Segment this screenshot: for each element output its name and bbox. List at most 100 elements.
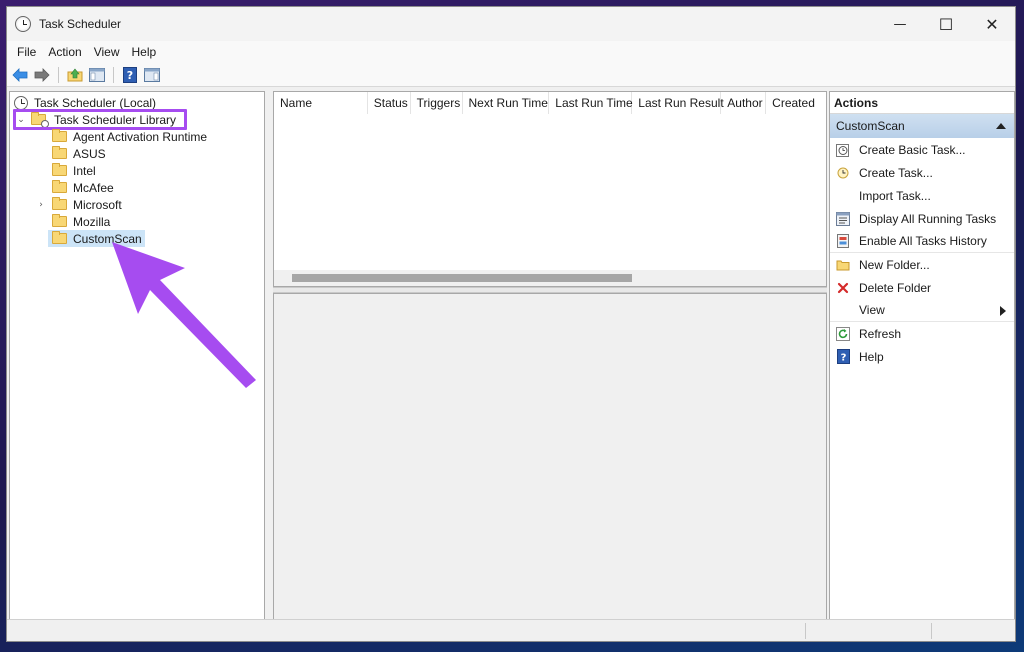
- tree-item-label: Microsoft: [73, 197, 122, 212]
- menu-action[interactable]: Action: [42, 45, 87, 59]
- tree-item-label: Agent Activation Runtime: [73, 129, 208, 144]
- help-icon: ?: [123, 66, 137, 83]
- column-header-triggers[interactable]: Triggers: [411, 92, 463, 114]
- tree-item-label: Intel: [73, 163, 96, 178]
- action-help[interactable]: ? Help: [830, 345, 1014, 368]
- tree-item-folder[interactable]: Agent Activation Runtime: [52, 128, 207, 145]
- help-icon: ?: [836, 349, 850, 364]
- column-header-next-run-time[interactable]: Next Run Time: [463, 92, 550, 114]
- window-controls: — ☐ ✕: [877, 7, 1015, 41]
- minimize-icon: —: [893, 16, 907, 32]
- history-icon: [836, 234, 850, 248]
- actions-section-header[interactable]: CustomScan: [830, 114, 1014, 138]
- folder-icon: [52, 163, 67, 176]
- column-header-status[interactable]: Status: [368, 92, 411, 114]
- action-new-folder[interactable]: New Folder...: [830, 253, 1014, 276]
- column-header-last-run-time[interactable]: Last Run Time: [549, 92, 633, 114]
- column-header-name[interactable]: Name: [274, 92, 368, 114]
- horizontal-scrollbar[interactable]: [274, 270, 826, 286]
- create-basic-task-icon: [836, 143, 850, 157]
- title-bar: Task Scheduler — ☐ ✕: [7, 7, 1015, 41]
- actions-pane: Actions CustomScan Create Basic Task... …: [829, 91, 1015, 621]
- close-button[interactable]: ✕: [969, 7, 1015, 41]
- tree-item-folder[interactable]: ASUS: [52, 145, 106, 162]
- up-folder-button[interactable]: [66, 66, 84, 84]
- task-scheduler-clock-icon: [15, 16, 31, 32]
- task-list-header: Name Status Triggers Next Run Time Last …: [274, 92, 826, 114]
- clock-icon: [14, 95, 28, 110]
- running-tasks-icon: [836, 211, 850, 226]
- console-tree: Task Scheduler (Local) ⌄ Task Scheduler …: [9, 91, 265, 621]
- back-button[interactable]: [11, 66, 29, 84]
- action-refresh[interactable]: Refresh: [830, 322, 1014, 345]
- task-detail-pane: [273, 293, 827, 621]
- tree-item-label: Mozilla: [73, 214, 111, 229]
- forward-button[interactable]: [33, 66, 51, 84]
- status-divider: [931, 623, 932, 639]
- action-view[interactable]: View: [830, 299, 1014, 322]
- action-label: Enable All Tasks History: [859, 234, 987, 248]
- status-bar: [7, 619, 1015, 641]
- new-folder-icon: [836, 258, 850, 272]
- annotation-highlight-box: [13, 109, 187, 130]
- folder-icon: [52, 197, 67, 210]
- folder-icon: [52, 180, 67, 193]
- create-task-icon: [836, 166, 850, 180]
- show-hide-action-pane-button[interactable]: [143, 66, 161, 84]
- tree-item-folder[interactable]: Intel: [52, 162, 96, 179]
- close-icon: ✕: [985, 14, 999, 34]
- delete-icon: [836, 281, 850, 295]
- collapse-icon[interactable]: [996, 123, 1006, 129]
- window-title: Task Scheduler: [39, 17, 122, 31]
- column-header-author[interactable]: Author: [721, 92, 767, 114]
- toolbar-separator: [58, 66, 59, 83]
- maximize-button[interactable]: ☐: [923, 7, 969, 41]
- chevron-right-icon[interactable]: ›: [36, 200, 46, 210]
- tree-item-folder[interactable]: › Microsoft: [36, 196, 122, 213]
- back-icon: [12, 67, 28, 82]
- tree-item-label: McAfee: [73, 180, 114, 195]
- status-divider: [805, 623, 806, 639]
- menu-file[interactable]: File: [11, 45, 42, 59]
- action-label: Create Task...: [859, 165, 933, 180]
- folder-icon: [52, 214, 67, 227]
- action-label: Help: [859, 349, 884, 364]
- tree-item-folder[interactable]: Mozilla: [52, 213, 110, 230]
- svg-text:?: ?: [127, 69, 133, 82]
- column-header-last-run-result[interactable]: Last Run Result: [632, 92, 724, 114]
- task-list: Name Status Triggers Next Run Time Last …: [273, 91, 827, 287]
- tree-item-label: Task Scheduler (Local): [34, 95, 157, 110]
- submenu-arrow-icon: [1000, 306, 1006, 316]
- folder-icon: [52, 129, 67, 142]
- action-label: Delete Folder: [859, 280, 932, 295]
- show-hide-console-tree-button[interactable]: [88, 66, 106, 84]
- actions-header: Actions: [830, 92, 1014, 114]
- show-hide-console-tree-icon: [89, 67, 105, 82]
- menu-help[interactable]: Help: [126, 45, 163, 59]
- section-title: CustomScan: [836, 119, 905, 133]
- action-display-running-tasks[interactable]: Display All Running Tasks: [830, 207, 1014, 230]
- menu-bar: File Action View Help: [7, 41, 1015, 63]
- action-label: Import Task...: [859, 188, 931, 203]
- task-scheduler-window: Task Scheduler — ☐ ✕ File Action View He…: [6, 6, 1016, 642]
- action-label: Create Basic Task...: [859, 142, 966, 157]
- action-delete-folder[interactable]: Delete Folder: [830, 276, 1014, 299]
- column-header-created[interactable]: Created: [766, 92, 826, 114]
- folder-icon: [52, 231, 67, 244]
- tree-item-folder-selected[interactable]: CustomScan: [48, 230, 145, 247]
- scrollbar-thumb[interactable]: [292, 274, 632, 282]
- svg-text:?: ?: [840, 353, 846, 364]
- action-create-task[interactable]: Create Task...: [830, 161, 1014, 184]
- action-create-basic-task[interactable]: Create Basic Task...: [830, 138, 1014, 161]
- refresh-icon: [836, 326, 850, 341]
- tree-item-label: CustomScan: [73, 231, 142, 246]
- toolbar: ?: [7, 63, 1015, 87]
- action-label: Refresh: [859, 326, 902, 341]
- action-label: Display All Running Tasks: [859, 211, 997, 226]
- minimize-button[interactable]: —: [877, 7, 923, 41]
- action-enable-history[interactable]: Enable All Tasks History: [830, 230, 1014, 253]
- menu-view[interactable]: View: [88, 45, 126, 59]
- action-import-task[interactable]: Import Task...: [830, 184, 1014, 207]
- help-button[interactable]: ?: [121, 66, 139, 84]
- tree-item-folder[interactable]: McAfee: [52, 179, 114, 196]
